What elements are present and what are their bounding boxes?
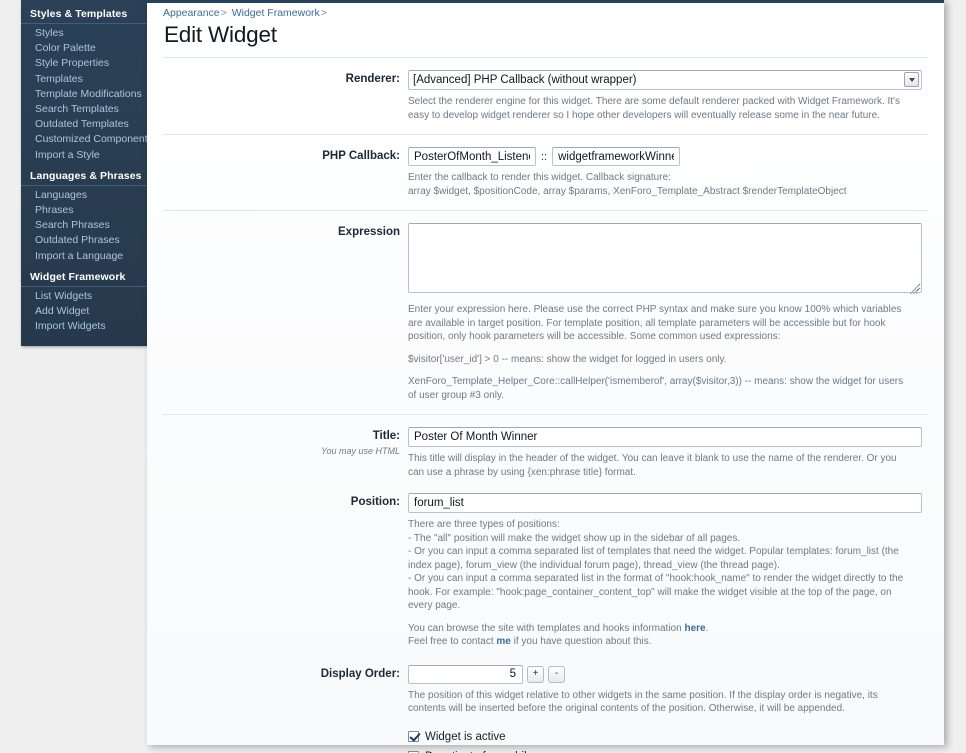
display-order-label: Display Order: [320, 667, 400, 680]
title-note: This title will display in the header of… [408, 453, 897, 478]
php-callback-separator: :: [541, 150, 548, 163]
display-order-note: The position of this widget relative to … [408, 689, 878, 715]
checkbox-label-widget-is-active: Widget is active [425, 730, 506, 743]
breadcrumb-item-appearance[interactable]: Appearance [163, 7, 220, 19]
renderer-note: Select the renderer engine for this widg… [408, 96, 900, 121]
sidebar-item-outdated-phrases[interactable]: Outdated Phrases [21, 233, 147, 248]
title-label: Title: You may use HTML [163, 427, 408, 479]
display-order-input[interactable] [408, 664, 523, 684]
expression-note-p3: XenForo_Template_Helper_Core::callHelper… [408, 376, 904, 401]
sidebar-item-outdated-templates[interactable]: Outdated Templates [21, 117, 147, 132]
app-root: Styles & Templates Styles Color Palette … [0, 0, 966, 753]
position-note-l4: - Or you can input a comma separated lis… [408, 573, 904, 611]
breadcrumb-item-widget-framework[interactable]: Widget Framework [232, 7, 320, 19]
chevron-down-icon[interactable] [904, 72, 919, 87]
sidebar-item-style-properties[interactable]: Style Properties [21, 56, 147, 71]
expression-note-p2: $visitor['user_id'] > 0 -- means: show t… [408, 353, 727, 365]
expression-note: Enter your expression here. Please use t… [408, 303, 908, 402]
sidebar-group-styles-templates: Styles & Templates Styles Color Palette … [21, 5, 153, 163]
sidebar-item-styles[interactable]: Styles [21, 26, 147, 41]
content-panel: Appearance> Widget Framework> Edit Widge… [147, 0, 944, 753]
php-callback-note-line1: Enter the callback to render this widget… [408, 172, 671, 183]
sidebar-group-languages-phrases: Languages & Phrases Languages Phrases Se… [21, 167, 147, 264]
display-order-increment-button[interactable]: + [527, 665, 544, 683]
panel-top-strip [147, 0, 944, 3]
form-row-title: Title: You may use HTML This title will … [163, 414, 928, 491]
sidebar-item-phrases[interactable]: Phrases [21, 203, 147, 218]
position-note: There are three types of positions: - Th… [408, 518, 908, 649]
position-note-l2: - The "all" position will make the widge… [408, 532, 741, 544]
page-title: Edit Widget [164, 22, 277, 47]
expression-textarea[interactable] [408, 223, 922, 293]
position-label: Position: [350, 496, 400, 508]
sidebar-item-search-phrases[interactable]: Search Phrases [21, 218, 147, 233]
php-callback-method-input[interactable] [552, 147, 681, 166]
sidebar-item-template-modifications[interactable]: Template Modifications [21, 87, 147, 102]
display-order-decrement-button[interactable]: - [548, 665, 565, 683]
position-note-contact-pre: Feel free to contact [408, 636, 497, 647]
sidebar-group-title: Styles & Templates [21, 5, 147, 24]
position-note-browse-pre: You can browse the site with templates a… [408, 622, 685, 634]
admin-sidebar: Styles & Templates Styles Color Palette … [21, 0, 153, 347]
position-note-l3: - Or you can input a comma separated lis… [408, 546, 899, 571]
form-row-display-order: Display Order: + - The position of this … [163, 661, 928, 753]
sidebar-group-title: Widget Framework [21, 268, 147, 287]
position-note-contact-post: if you have question about this. [510, 636, 652, 647]
sidebar-item-import-a-style[interactable]: Import a Style [21, 148, 147, 163]
php-callback-label: PHP Callback: [322, 150, 400, 162]
checkbox-widget-is-active[interactable] [408, 731, 419, 742]
form-row-renderer: Renderer: [Advanced] PHP Callback (witho… [163, 57, 928, 134]
expression-label: Expression [338, 226, 400, 238]
sidebar-item-add-widget[interactable]: Add Widget [21, 304, 147, 319]
sidebar-item-import-widgets[interactable]: Import Widgets [21, 319, 147, 334]
title-input[interactable] [408, 427, 922, 447]
sidebar-item-customized-components[interactable]: Customized Components [21, 132, 153, 147]
checkbox-row-widget-is-active[interactable]: Widget is active [408, 731, 922, 743]
breadcrumb: Appearance> Widget Framework> [163, 6, 928, 21]
sidebar-item-color-palette[interactable]: Color Palette [21, 41, 147, 56]
position-note-l1: There are three types of positions: [408, 519, 560, 530]
renderer-select[interactable]: [Advanced] PHP Callback (without wrapper… [408, 70, 922, 90]
expression-note-p1: Enter your expression here. Please use t… [408, 304, 902, 342]
title-label-text: Title: [372, 430, 400, 442]
php-callback-note-line2: array $widget, $positionCode, array $par… [408, 185, 847, 197]
form-row-position: Position: There are three types of posit… [163, 491, 928, 661]
sidebar-item-templates[interactable]: Templates [21, 72, 147, 87]
sidebar-item-import-a-language[interactable]: Import a Language [21, 249, 147, 264]
position-input[interactable] [408, 493, 922, 513]
form-row-php-callback: PHP Callback: :: Enter the callback to r… [163, 134, 928, 210]
sidebar-group-widget-framework: Widget Framework List Widgets Add Widget… [21, 268, 147, 335]
sidebar-item-languages[interactable]: Languages [21, 188, 147, 203]
breadcrumb-separator: > [320, 7, 327, 19]
breadcrumb-separator: > [220, 7, 227, 19]
php-callback-class-input[interactable] [408, 147, 536, 166]
sidebar-item-search-templates[interactable]: Search Templates [21, 102, 147, 117]
sidebar-item-list-widgets[interactable]: List Widgets [21, 289, 147, 304]
me-link[interactable]: me [496, 636, 510, 647]
form-row-expression: Expression Enter your expression here. P… [163, 210, 928, 414]
title-label-hint: You may use HTML [320, 446, 400, 456]
sidebar-group-title: Languages & Phrases [21, 167, 147, 186]
here-link[interactable]: here [684, 623, 705, 634]
position-note-browse-post: . [705, 622, 709, 634]
renderer-label: Renderer: [345, 73, 400, 85]
php-callback-note: Enter the callback to render this widget… [408, 171, 908, 198]
